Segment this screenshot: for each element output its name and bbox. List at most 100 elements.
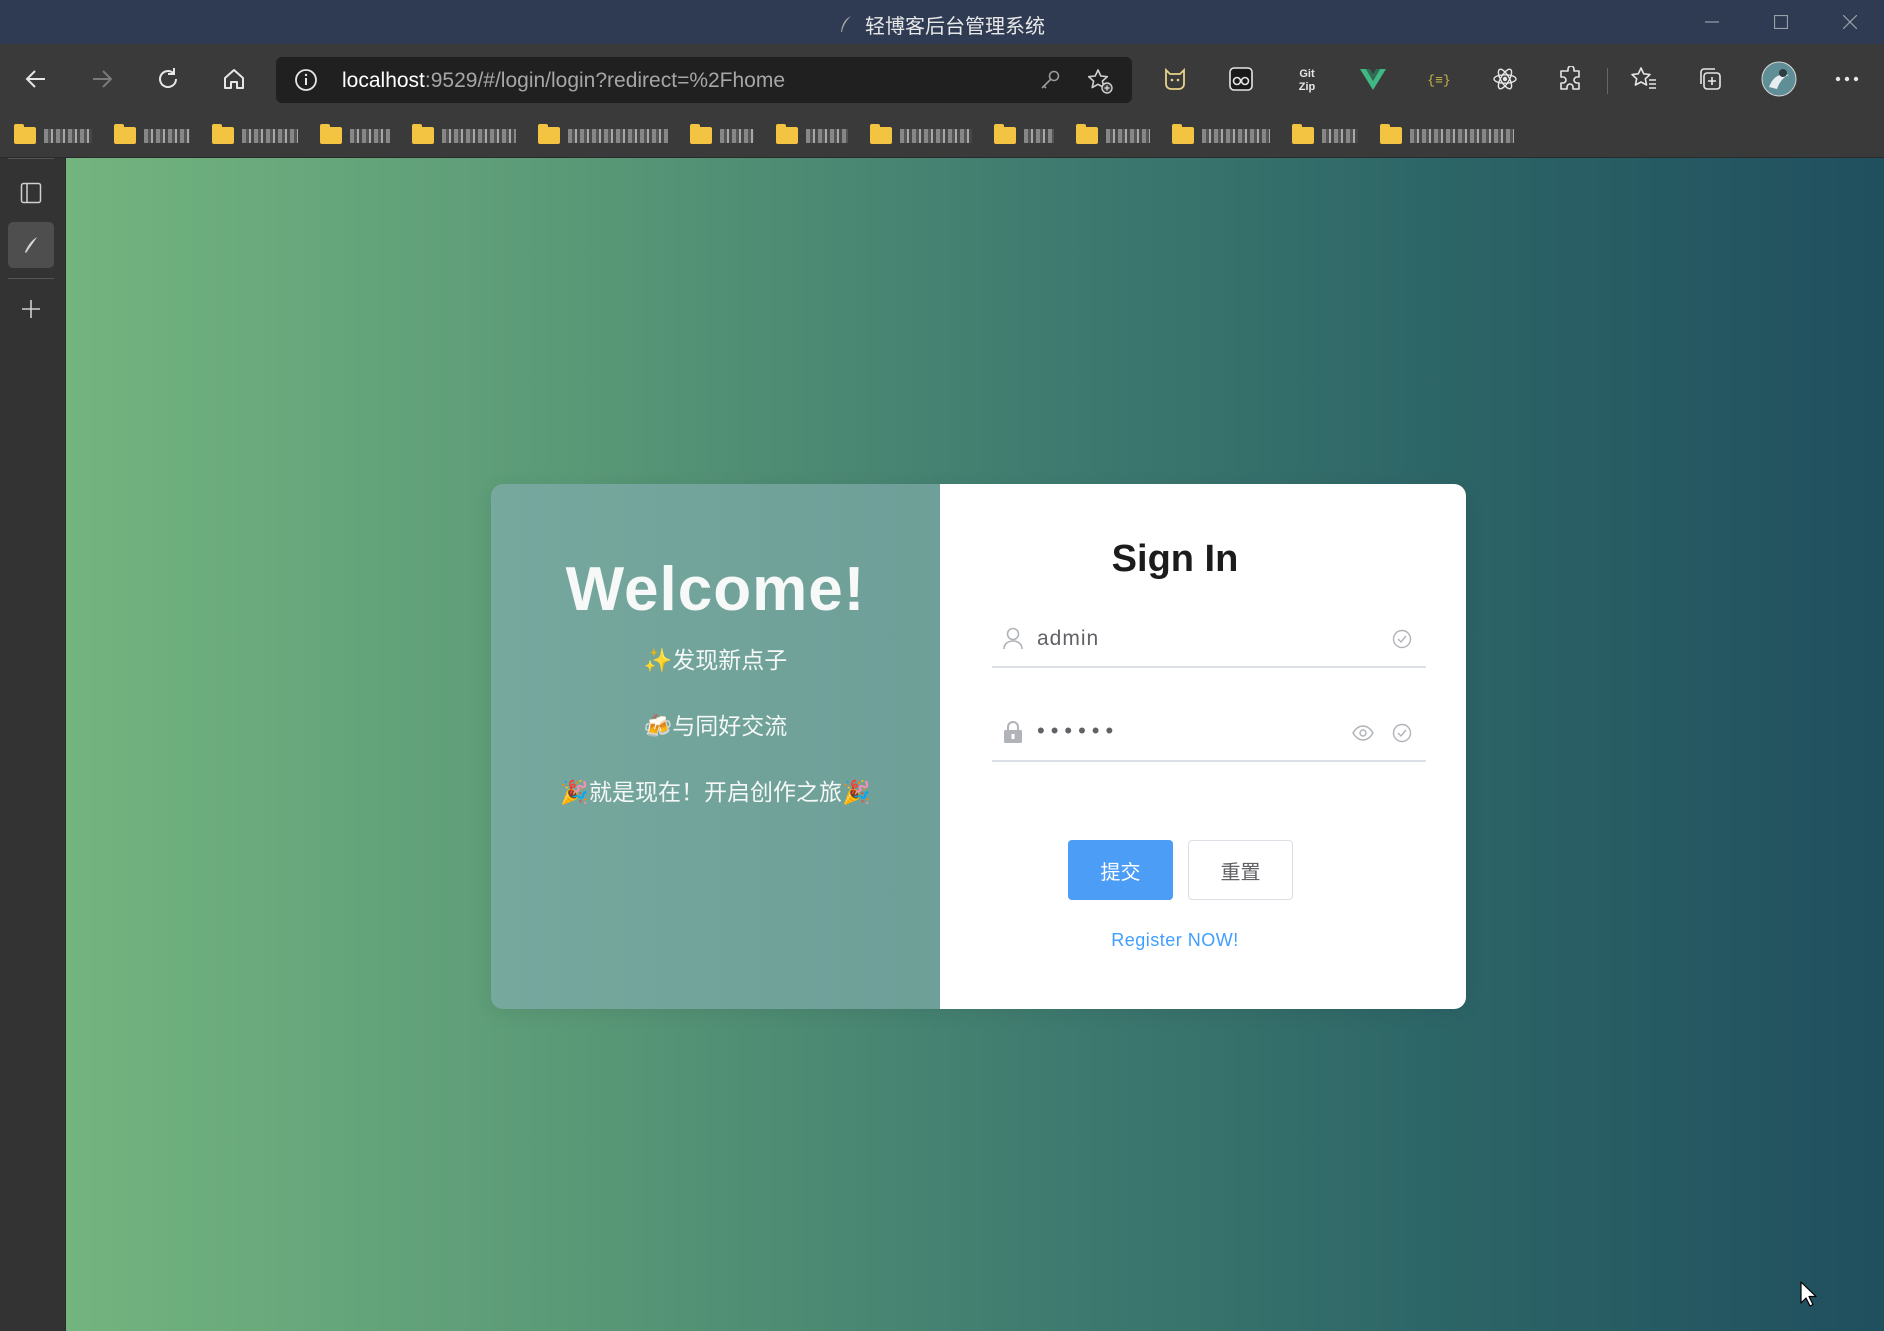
tab-actions-icon (20, 182, 42, 204)
bookmark-folder[interactable] (1380, 124, 1514, 144)
login-card: Welcome! ✨发现新点子 🍻与同好交流 🎉就是现在！开启创作之旅🎉 Sig… (491, 484, 1466, 1009)
collections-icon[interactable] (1687, 56, 1733, 102)
slogan-line: ✨发现新点子 (643, 647, 788, 673)
password-field[interactable]: •••••• (992, 706, 1426, 762)
folder-icon (320, 124, 342, 144)
bookmark-label-blurred (1322, 128, 1358, 143)
bookmark-folder[interactable] (1172, 124, 1270, 144)
folder-icon (538, 124, 560, 144)
bookmark-label-blurred (144, 128, 190, 143)
gitzip-extension-icon[interactable]: Git Zip (1284, 56, 1330, 102)
svg-text:Zip: Zip (1299, 81, 1316, 93)
bookmark-folder[interactable] (538, 124, 668, 144)
signin-heading: Sign In (1111, 538, 1239, 580)
forward-button[interactable] (79, 56, 125, 102)
bookmark-folder[interactable] (1292, 124, 1358, 144)
bookmark-folder[interactable] (776, 124, 848, 144)
bookmark-label-blurred (242, 128, 298, 143)
back-icon (25, 70, 45, 88)
address-bar[interactable]: localhost:9529/#/login/login?redirect=%2… (276, 57, 1132, 103)
bookmark-label-blurred (1106, 128, 1150, 143)
bookmarks-bar (0, 114, 1884, 158)
folder-icon (114, 124, 136, 144)
new-tab-button[interactable] (8, 286, 54, 332)
register-link[interactable]: Register NOW! (940, 930, 1410, 951)
bookmark-label-blurred (350, 128, 390, 143)
folder-icon (1380, 124, 1402, 144)
folder-icon (14, 124, 36, 144)
folder-icon (1076, 124, 1098, 144)
bookmark-label-blurred (568, 128, 668, 143)
bookmark-folder[interactable] (1076, 124, 1150, 144)
home-button[interactable] (211, 56, 257, 102)
vertical-tabs-sidebar (0, 158, 66, 1331)
bookmark-folder[interactable] (114, 124, 190, 144)
bookmark-folder[interactable] (994, 124, 1054, 144)
bookmark-label-blurred (720, 128, 754, 143)
slogan-line: 🎉就是现在！开启创作之旅🎉 (560, 779, 871, 805)
folder-icon (1172, 124, 1194, 144)
profile-avatar[interactable] (1756, 56, 1802, 102)
bookmark-folder[interactable] (870, 124, 972, 144)
reset-button[interactable]: 重置 (1188, 840, 1293, 900)
bookmark-label-blurred (44, 128, 92, 143)
slogan-line: 🍻与同好交流 (643, 713, 788, 739)
window-titlebar: 轻博客后台管理系统 (0, 0, 1884, 44)
mouse-cursor (1800, 1281, 1818, 1312)
bookmark-label-blurred (1202, 128, 1270, 143)
svg-text:Git: Git (1299, 68, 1315, 80)
password-value: •••••• (1037, 718, 1120, 743)
bookmark-label-blurred (442, 128, 516, 143)
bookmark-folder[interactable] (412, 124, 516, 144)
back-button[interactable] (13, 56, 59, 102)
json-extension-icon[interactable]: {≡} (1416, 56, 1462, 102)
key-icon[interactable] (1038, 68, 1062, 97)
vue-devtools-icon[interactable] (1350, 56, 1396, 102)
favorites-icon[interactable] (1621, 56, 1667, 102)
url-path: :9529/#/login/login?redirect=%2Fhome (424, 69, 786, 92)
bookmark-folder[interactable] (212, 124, 298, 144)
bookmark-folder[interactable] (690, 124, 754, 144)
bookmark-label-blurred (1024, 128, 1054, 143)
react-devtools-icon[interactable] (1482, 56, 1528, 102)
username-field[interactable]: admin (992, 612, 1426, 668)
tab-actions-button[interactable] (8, 170, 54, 216)
signin-panel: Sign In admin •••••• 提交 重置 Register NOW! (940, 484, 1466, 1009)
window-title: 轻博客后台管理系统 (865, 16, 1045, 38)
bookmark-folder[interactable] (320, 124, 390, 144)
more-icon[interactable] (1824, 56, 1870, 102)
minimize-button[interactable] (1677, 0, 1746, 44)
ghost-extension-icon[interactable] (1218, 56, 1264, 102)
info-icon[interactable] (294, 68, 318, 97)
refresh-icon (159, 68, 178, 88)
submit-button[interactable]: 提交 (1068, 840, 1173, 900)
folder-icon (212, 124, 234, 144)
extensions-icon[interactable] (1548, 56, 1594, 102)
close-window-button[interactable] (1815, 0, 1884, 44)
maximize-button[interactable] (1746, 0, 1815, 44)
check-circle-icon (1392, 723, 1412, 748)
page-content: Welcome! ✨发现新点子 🍻与同好交流 🎉就是现在！开启创作之旅🎉 Sig… (66, 158, 1884, 1331)
folder-icon (870, 124, 892, 144)
bookmark-label-blurred (1410, 128, 1514, 143)
url-text[interactable]: localhost:9529/#/login/login?redirect=%2… (342, 69, 785, 93)
browser-toolbar: localhost:9529/#/login/login?redirect=%2… (0, 44, 1884, 114)
plus-icon (22, 300, 40, 318)
cat-extension-icon[interactable] (1152, 56, 1198, 102)
svg-text:{≡}: {≡} (1427, 73, 1450, 88)
folder-icon (994, 124, 1016, 144)
refresh-button[interactable] (145, 56, 191, 102)
sidebar-divider (8, 158, 54, 159)
username-value: admin (1037, 627, 1100, 650)
tab-active[interactable] (8, 222, 54, 268)
bookmark-label-blurred (900, 128, 972, 143)
pen-icon (25, 237, 37, 253)
sidebar-divider (8, 278, 54, 279)
feather-icon (839, 15, 853, 38)
add-favorite-icon[interactable] (1086, 67, 1114, 100)
bookmark-folder[interactable] (14, 124, 92, 144)
folder-icon (776, 124, 798, 144)
welcome-panel: Welcome! ✨发现新点子 🍻与同好交流 🎉就是现在！开启创作之旅🎉 (491, 484, 940, 1009)
eye-icon[interactable] (1352, 723, 1374, 748)
window-title-area: 轻博客后台管理系统 (0, 10, 1884, 39)
